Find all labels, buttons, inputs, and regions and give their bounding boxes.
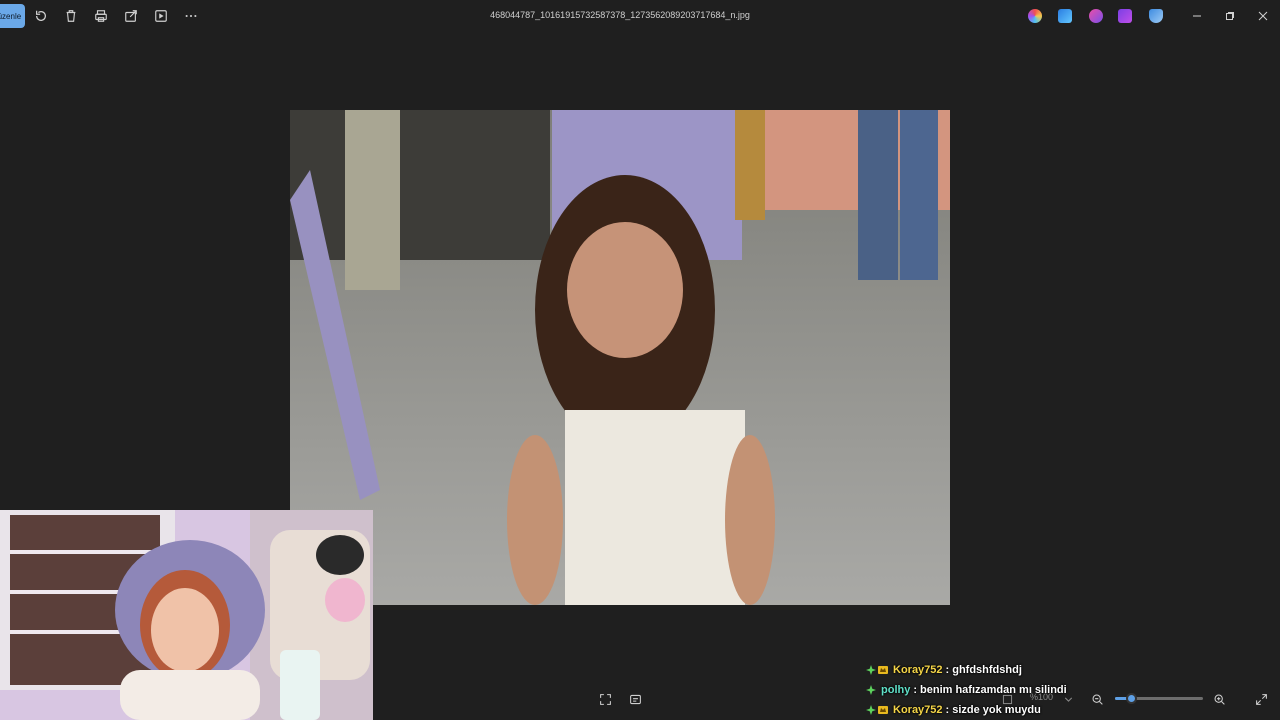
displayed-photo[interactable] — [290, 110, 950, 605]
minimize-button[interactable] — [1189, 8, 1205, 24]
chat-username[interactable]: Koray752 — [893, 704, 943, 716]
chat-text: sizde yok muydu — [952, 704, 1041, 716]
zoom-out-icon — [1092, 694, 1103, 705]
print-button[interactable] — [91, 6, 111, 26]
crown-badge-icon — [878, 666, 888, 674]
image-info-button[interactable] — [626, 690, 644, 708]
more-icon — [185, 14, 197, 18]
edit-button[interactable]: Düzenle — [0, 4, 25, 28]
clipchamp-icon[interactable] — [1118, 9, 1132, 23]
zoom-in-button[interactable] — [1210, 690, 1228, 708]
delete-icon — [66, 10, 76, 22]
file-name: 468044787_10161915732587378_127356208920… — [490, 10, 750, 20]
fullscreen-button[interactable] — [1252, 690, 1270, 708]
slideshow-icon — [155, 10, 167, 22]
webcam-illustration — [0, 510, 373, 720]
fit-to-window-button[interactable] — [596, 690, 614, 708]
maximize-button[interactable] — [1222, 8, 1238, 24]
share-button[interactable] — [121, 6, 141, 26]
close-button[interactable] — [1255, 8, 1271, 24]
onedrive-icon[interactable] — [1149, 9, 1163, 23]
crown-badge-icon — [878, 706, 888, 714]
paint-icon[interactable] — [1089, 9, 1103, 23]
fit-icon — [599, 693, 611, 705]
delete-button[interactable] — [61, 6, 81, 26]
sparkle-badge-icon — [866, 685, 876, 695]
zoom-slider-thumb[interactable] — [1125, 693, 1137, 704]
zoom-out-button[interactable] — [1088, 690, 1106, 708]
share-icon — [125, 10, 137, 22]
close-icon — [1258, 11, 1268, 21]
image-info-icon — [629, 694, 641, 704]
chat-separator: : — [945, 704, 950, 716]
rotate-icon — [36, 10, 46, 21]
webcam-overlay — [0, 510, 373, 720]
chat-text: ghfdshfdshdj — [952, 664, 1022, 676]
slideshow-button[interactable] — [151, 6, 171, 26]
sparkle-badge-icon — [866, 665, 876, 675]
title-bar: Düzenle 468044787_10161915732587378_1273… — [0, 0, 1280, 32]
photo-illustration — [290, 110, 950, 605]
sparkle-badge-icon — [866, 705, 876, 715]
chat-message: Koray752: ghfdshfdshdj — [866, 660, 1086, 680]
zoom-in-icon — [1214, 694, 1225, 705]
print-icon — [95, 10, 107, 22]
chat-message: Koray752: sizde yok muydu — [866, 700, 1086, 720]
rotate-button[interactable] — [31, 6, 51, 26]
photo-viewer-window: Düzenle 468044787_10161915732587378_1273… — [0, 0, 1280, 720]
restore-icon — [1226, 12, 1234, 20]
designer-icon[interactable] — [1058, 9, 1072, 23]
stream-chat-overlay: Koray752: ghfdshfdshdj polhy: benim hafızam… — [866, 660, 1086, 720]
chat-username[interactable]: polhy — [881, 684, 910, 696]
chat-username[interactable]: Koray752 — [893, 664, 943, 676]
fullscreen-icon — [1255, 693, 1267, 705]
copilot-icon[interactable] — [1028, 9, 1042, 23]
chat-separator: : — [913, 684, 918, 696]
chat-separator: : — [945, 664, 950, 676]
chat-message: polhy: benim hafızamdan mı silindi — [866, 680, 1086, 700]
edit-button-label: Düzenle — [0, 11, 22, 21]
chat-text: benim hafızamdan mı silindi — [920, 684, 1067, 696]
minimize-icon — [1193, 15, 1201, 17]
bottom-toolbar — [373, 682, 1280, 720]
more-button[interactable] — [181, 6, 201, 26]
